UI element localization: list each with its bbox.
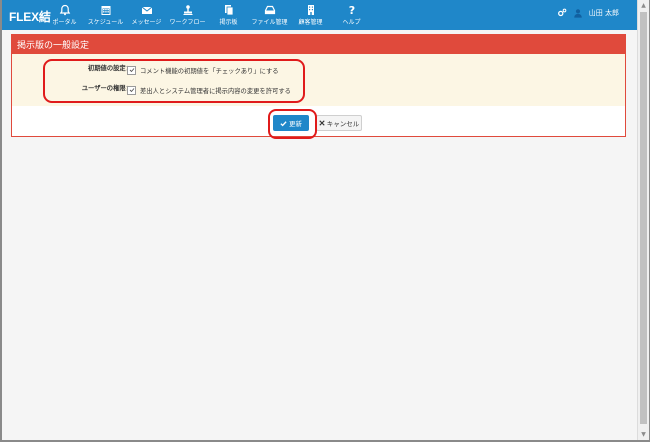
app-window: FLEX結 ポータル スケジュール メッセージ ワークフロー 掲示板 ファイル管… bbox=[2, 0, 637, 440]
user-icon bbox=[574, 9, 582, 18]
nav-schedule[interactable]: スケジュール bbox=[87, 0, 124, 30]
cancel-button-label: キャンセル bbox=[326, 120, 360, 128]
nav-label: ポータル bbox=[52, 19, 77, 26]
question-icon: ? bbox=[348, 4, 354, 16]
highlight-settings bbox=[43, 59, 305, 103]
workflow-icon bbox=[183, 5, 192, 15]
bulletin-icon bbox=[224, 5, 233, 16]
main-nav: ポータル スケジュール メッセージ ワークフロー 掲示板 ファイル管理 顧客管理… bbox=[48, 0, 376, 30]
drive-icon bbox=[264, 5, 275, 15]
nav-label: メッセージ bbox=[131, 19, 162, 26]
vertical-scrollbar[interactable]: ▲ ▼ bbox=[637, 0, 649, 440]
app-logo[interactable]: FLEX結 bbox=[9, 8, 51, 25]
nav-customer[interactable]: 顧客管理 bbox=[294, 0, 327, 30]
nav-label: ワークフロー bbox=[169, 19, 206, 26]
nav-label: スケジュール bbox=[87, 19, 124, 26]
nav-bulletin[interactable]: 掲示板 bbox=[212, 0, 245, 30]
scroll-up-arrow-icon[interactable]: ▲ bbox=[638, 0, 649, 11]
nav-label: 掲示板 bbox=[219, 19, 238, 26]
settings-icon[interactable] bbox=[557, 8, 567, 18]
svg-text:?: ? bbox=[348, 4, 354, 16]
user-name[interactable]: 山田 太郎 bbox=[589, 8, 619, 18]
close-icon bbox=[319, 120, 325, 126]
nav-label: ファイル管理 bbox=[251, 19, 288, 26]
cancel-button[interactable]: キャンセル bbox=[316, 115, 362, 131]
nav-label: ヘルプ bbox=[342, 19, 361, 26]
top-navbar: FLEX結 ポータル スケジュール メッセージ ワークフロー 掲示板 ファイル管… bbox=[2, 0, 637, 30]
envelope-icon bbox=[141, 6, 152, 14]
user-area: 山田 太郎 bbox=[557, 8, 619, 18]
panel-title: 掲示版の一般設定 bbox=[12, 35, 625, 54]
calendar-icon bbox=[101, 6, 110, 15]
nav-label: 顧客管理 bbox=[298, 19, 323, 26]
nav-message[interactable]: メッセージ bbox=[130, 0, 163, 30]
nav-help[interactable]: ? ヘルプ bbox=[335, 0, 368, 30]
nav-file[interactable]: ファイル管理 bbox=[251, 0, 288, 30]
nav-workflow[interactable]: ワークフロー bbox=[169, 0, 206, 30]
scroll-down-arrow-icon[interactable]: ▼ bbox=[638, 429, 649, 440]
nav-portal[interactable]: ポータル bbox=[48, 0, 81, 30]
building-icon bbox=[307, 5, 314, 15]
bell-icon bbox=[59, 4, 70, 16]
scroll-thumb[interactable] bbox=[640, 12, 647, 424]
highlight-update bbox=[268, 109, 317, 139]
